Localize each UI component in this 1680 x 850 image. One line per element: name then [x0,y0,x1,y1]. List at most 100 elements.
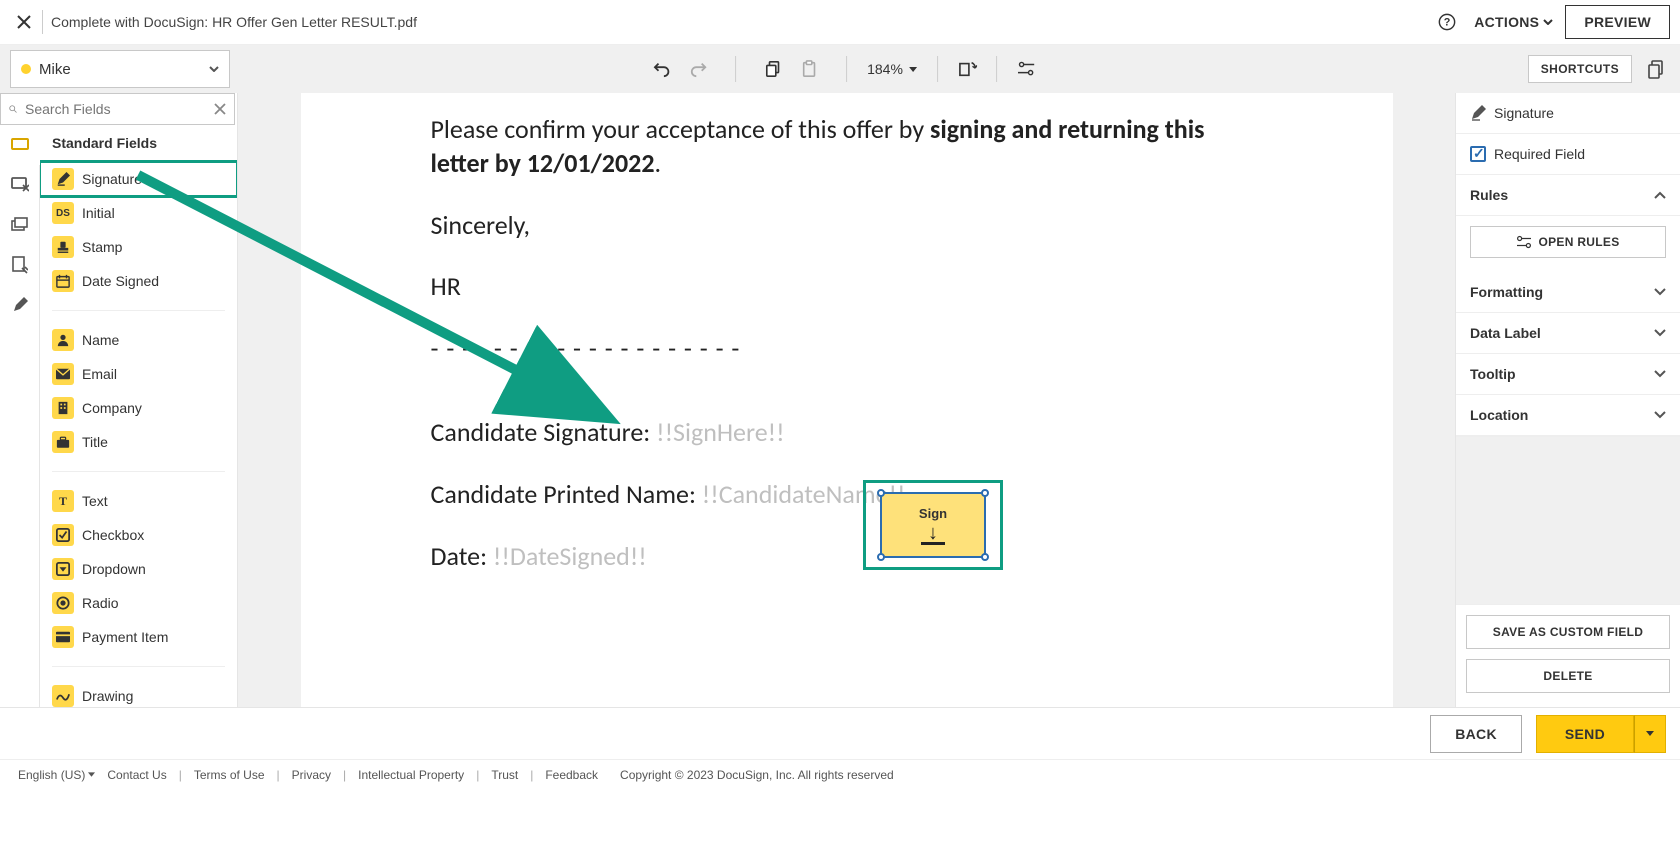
field-dropdown[interactable]: Dropdown [40,552,237,586]
svg-text:?: ? [1444,17,1451,29]
paste-icon[interactable] [794,54,824,84]
initial-icon: DS [52,202,74,224]
footer-link-trust[interactable]: Trust [491,768,518,782]
footer-link-contact[interactable]: Contact Us [107,768,166,782]
field-checkbox[interactable]: Checkbox [40,518,237,552]
tab-edit-fields[interactable] [0,285,40,325]
fields-panel: Standard Fields Signature DS Initial Sta… [40,125,237,707]
dropdown-icon [52,558,74,580]
save-as-custom-button[interactable]: SAVE AS CUSTOM FIELD [1466,615,1670,649]
search-fields-input[interactable] [0,93,235,125]
footer-copyright: Copyright © 2023 DocuSign, Inc. All righ… [620,768,894,782]
footer-link-ip[interactable]: Intellectual Property [358,768,464,782]
recipient-name: Mike [39,61,71,78]
field-title[interactable]: Title [40,425,237,459]
toolbar: Mike 184% [0,45,1680,93]
placed-signature-field[interactable]: Sign ↓ [863,480,1003,570]
signature-icon [1470,105,1486,121]
help-icon[interactable]: ? [1432,7,1462,37]
field-radio[interactable]: Radio [40,586,237,620]
field-date-signed[interactable]: Date Signed [40,264,237,298]
resize-handle[interactable] [981,489,989,497]
field-stamp[interactable]: Stamp [40,230,237,264]
resize-handle[interactable] [877,489,885,497]
tab-custom-fields[interactable] [0,165,40,205]
recipient-select[interactable]: Mike [10,50,230,88]
tooltip-accordion[interactable]: Tooltip [1456,354,1680,395]
redo-icon[interactable] [683,54,713,84]
rules-icon [1516,235,1532,249]
divider: | [476,768,479,782]
shortcuts-button[interactable]: SHORTCUTS [1528,55,1632,83]
caret-down-icon [88,772,95,777]
undo-icon[interactable] [647,54,677,84]
actions-button[interactable]: ACTIONS [1462,8,1565,36]
building-icon [52,397,74,419]
field-label: Drawing [82,688,133,704]
field-initial[interactable]: DS Initial [40,196,237,230]
caret-down-icon [1646,731,1654,736]
resize-handle[interactable] [877,553,885,561]
field-label: Signature [82,171,142,187]
settings-icon[interactable] [1011,54,1041,84]
field-name[interactable]: Name [40,323,237,357]
center-tools: 184% [639,54,1041,84]
field-label: Checkbox [82,527,144,543]
tab-document-fields[interactable] [0,245,40,285]
divider [735,56,736,82]
field-label: Stamp [82,239,122,255]
open-rules-button[interactable]: OPEN RULES [1470,226,1666,258]
footer-link-feedback[interactable]: Feedback [545,768,598,782]
copy-icon[interactable] [758,54,788,84]
send-dropdown[interactable] [1634,715,1666,753]
divider: | [277,768,280,782]
footer-link-privacy[interactable]: Privacy [292,768,331,782]
clear-search-icon[interactable] [214,103,226,115]
tab-prefill-tools[interactable] [0,205,40,245]
delete-button[interactable]: DELETE [1466,659,1670,693]
doc-text: Candidate Signature: [431,416,657,448]
search-input[interactable] [23,100,208,118]
formatting-accordion[interactable]: Formatting [1456,272,1680,313]
document-canvas[interactable]: Please confirm your acceptance of this o… [238,93,1455,707]
field-label: Title [82,434,108,450]
field-name-label: Signature [1494,105,1554,121]
required-field-toggle[interactable]: Required Field [1470,146,1666,162]
rules-label: Rules [1470,187,1508,203]
doc-candidate-signature-line: Candidate Signature: !!SignHere!! [431,416,1263,450]
field-label: Dropdown [82,561,146,577]
legal-footer: English (US) Contact Us | Terms of Use |… [0,759,1680,789]
location-accordion[interactable]: Location [1456,395,1680,436]
language-select[interactable]: English (US) [18,768,95,782]
chevron-up-icon [1654,191,1666,199]
person-icon [52,329,74,351]
field-email[interactable]: Email [40,357,237,391]
open-rules-label: OPEN RULES [1538,235,1619,249]
drawing-icon [52,685,74,707]
field-signature[interactable]: Signature [40,162,237,196]
divider [52,471,225,472]
field-drawing[interactable]: Drawing [40,679,237,707]
signature-field-inner[interactable]: Sign ↓ [880,492,986,558]
tab-standard-fields[interactable] [0,125,40,165]
shortcuts-label: SHORTCUTS [1541,62,1619,76]
close-icon[interactable] [10,8,38,36]
multi-doc-icon[interactable] [1642,55,1670,83]
back-button[interactable]: BACK [1430,715,1522,753]
page-rotate-icon[interactable] [952,54,982,84]
resize-handle[interactable] [981,553,989,561]
field-payment[interactable]: Payment Item [40,620,237,654]
required-section: Required Field [1456,134,1680,175]
preview-button[interactable]: PREVIEW [1565,5,1670,39]
datalabel-accordion[interactable]: Data Label [1456,313,1680,354]
zoom-select[interactable]: 184% [861,61,923,77]
document-title: Complete with DocuSign: HR Offer Gen Let… [51,14,417,30]
send-button[interactable]: SEND [1536,715,1634,753]
caret-down-icon [909,67,917,72]
field-text[interactable]: T Text [40,484,237,518]
chevron-down-icon [1654,411,1666,419]
field-company[interactable]: Company [40,391,237,425]
rules-accordion[interactable]: Rules [1456,175,1680,216]
footer-link-terms[interactable]: Terms of Use [194,768,265,782]
doc-candidate-name-line: Candidate Printed Name: !!CandidateName!… [431,478,1263,512]
